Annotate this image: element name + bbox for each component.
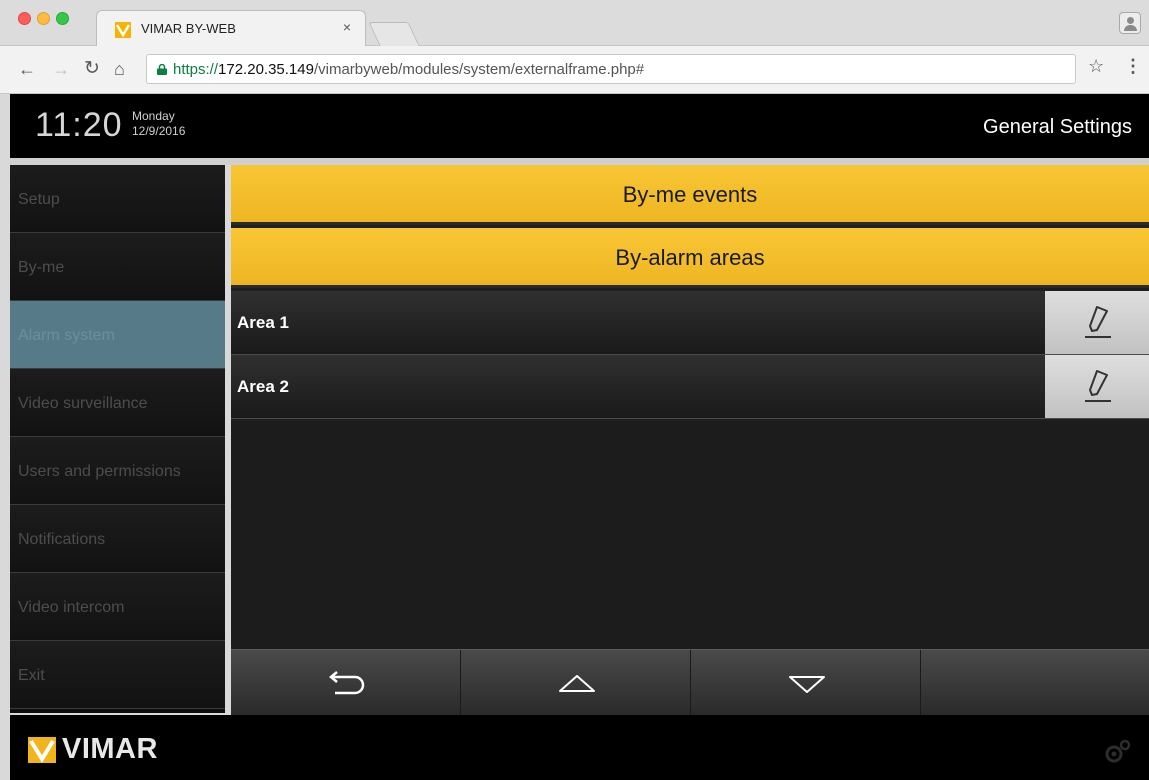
tab-title: VIMAR BY-WEB xyxy=(141,21,236,36)
back-icon[interactable]: ← xyxy=(18,59,36,79)
clock-time: 11:20 xyxy=(35,106,123,144)
by-me-events-button[interactable]: By-me events xyxy=(231,165,1149,225)
sidebar-item-video-surveillance[interactable]: Video surveillance xyxy=(10,369,225,437)
minimize-window-button[interactable] xyxy=(37,12,50,25)
edit-area-button[interactable] xyxy=(1045,291,1149,354)
list-empty-space xyxy=(231,421,1149,649)
down-arrow-icon xyxy=(789,676,825,693)
url-host: 172.20.35.149 xyxy=(218,61,314,78)
area-row[interactable]: Area 1 xyxy=(231,291,1149,355)
area-label: Area 2 xyxy=(237,377,289,396)
sidebar-item-label: Users and permissions xyxy=(18,463,181,480)
url-text: https://172.20.35.149/vimarbyweb/modules… xyxy=(173,61,644,78)
back-button[interactable] xyxy=(231,650,461,716)
browser-tab-strip: VIMAR BY-WEB × xyxy=(0,0,1149,46)
profile-icon[interactable] xyxy=(1119,12,1141,34)
url-path: /vimarbyweb/modules/system/externalframe… xyxy=(313,61,645,78)
gear-icon[interactable] xyxy=(1103,739,1131,765)
pencil-icon xyxy=(1085,370,1111,402)
vimar-favicon-icon xyxy=(115,22,131,38)
reload-icon[interactable]: ↻ xyxy=(84,59,100,79)
empty-toolbar-slot xyxy=(921,650,1149,716)
back-arrow-icon xyxy=(329,671,365,695)
sidebar-item-video-intercom[interactable]: Video intercom xyxy=(10,573,225,641)
area-label: Area 1 xyxy=(237,313,289,332)
sidebar-item-exit[interactable]: Exit xyxy=(10,641,225,709)
main-panel: By-me events By-alarm areas Area 1 Area … xyxy=(231,165,1149,716)
sidebar-item-notifications[interactable]: Notifications xyxy=(10,505,225,573)
menu-icon[interactable]: ⋮ xyxy=(1124,56,1142,77)
page-title: General Settings xyxy=(983,116,1132,138)
tab-close-icon[interactable]: × xyxy=(343,19,351,35)
up-arrow-icon xyxy=(559,675,595,692)
by-alarm-areas-button[interactable]: By-alarm areas xyxy=(231,228,1149,288)
home-icon[interactable]: ⌂ xyxy=(114,59,125,79)
bottom-toolbar xyxy=(231,649,1149,716)
edit-area-button[interactable] xyxy=(1045,355,1149,418)
url-scheme: https:// xyxy=(173,61,219,78)
pencil-icon xyxy=(1085,306,1111,338)
vimar-logo-text: VIMAR xyxy=(62,733,158,765)
scroll-down-button[interactable] xyxy=(691,650,921,716)
close-window-button[interactable] xyxy=(18,12,31,25)
star-icon[interactable]: ☆ xyxy=(1088,56,1104,77)
sidebar-item-label: Notifications xyxy=(18,531,106,548)
sidebar-item-label: Alarm system xyxy=(18,327,115,344)
lock-icon xyxy=(157,64,167,75)
area-row[interactable]: Area 2 xyxy=(231,355,1149,419)
sidebar-item-users-and-permissions[interactable]: Users and permissions xyxy=(10,437,225,505)
sidebar-item-label: Video intercom xyxy=(18,599,125,616)
sidebar-item-alarm-system[interactable]: Alarm system xyxy=(10,301,225,369)
sidebar-item-label: Exit xyxy=(18,667,45,684)
address-bar[interactable]: https://172.20.35.149/vimarbyweb/modules… xyxy=(146,54,1076,84)
sidebar-item-setup[interactable]: Setup xyxy=(10,165,225,233)
scroll-up-button[interactable] xyxy=(461,650,691,716)
new-tab-button[interactable] xyxy=(368,22,420,46)
footer: VIMAR xyxy=(10,715,1149,780)
forward-icon[interactable]: → xyxy=(52,59,70,79)
sidebar-item-label: Setup xyxy=(18,191,60,208)
sidebar: Setup By-me Alarm system Video surveilla… xyxy=(10,165,225,713)
sidebar-item-label: Video surveillance xyxy=(18,395,148,412)
vimar-logo-icon xyxy=(28,737,56,763)
maximize-window-button[interactable] xyxy=(56,12,69,25)
browser-tab[interactable]: VIMAR BY-WEB × xyxy=(96,10,366,46)
clock-date: 12/9/2016 xyxy=(132,124,186,138)
app-header: 11:20 Monday 12/9/2016 General Settings xyxy=(10,94,1149,158)
sidebar-item-by-me[interactable]: By-me xyxy=(10,233,225,301)
browser-toolbar: ← → ↻ ⌂ https://172.20.35.149/vimarbyweb… xyxy=(0,46,1149,94)
sidebar-item-label: By-me xyxy=(18,259,65,276)
clock-day: Monday xyxy=(132,109,175,123)
header-separator xyxy=(10,158,1149,165)
